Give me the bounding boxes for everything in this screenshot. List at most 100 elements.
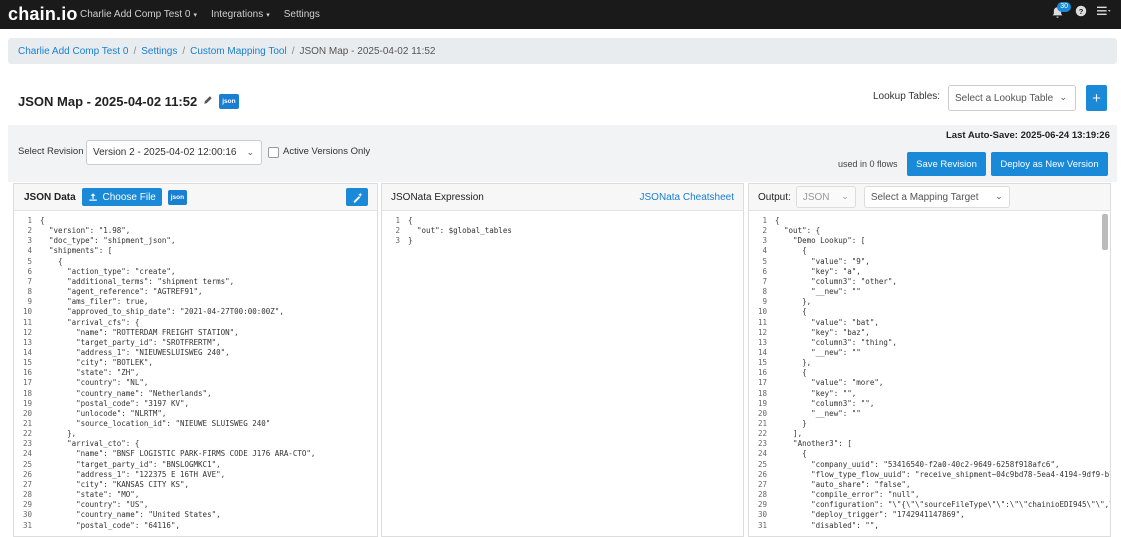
breadcrumb-link[interactable]: Settings <box>141 46 177 57</box>
code-text: { <box>40 216 45 225</box>
code-text: ], <box>775 429 803 439</box>
code-text: "country_name": "Netherlands", <box>40 388 212 398</box>
page-title-row: JSON Map - 2025-04-02 11:52 json <box>18 94 239 109</box>
code-text: "key": "baz", <box>775 327 870 337</box>
caret-down-icon: ▾ <box>193 12 197 19</box>
revision-select[interactable]: Version 2 - 2025-04-02 12:00:16 ⌄ <box>86 140 262 165</box>
mapping-target-select[interactable]: Select a Mapping Target ⌄ <box>863 186 1010 208</box>
code-text: "value": "bat", <box>775 317 879 327</box>
code-text: { <box>408 216 413 225</box>
chevron-down-icon: ⌄ <box>995 191 1003 201</box>
top-nav-item[interactable]: Settings <box>284 9 320 20</box>
code-text: "out": { <box>775 226 821 236</box>
code-line: 31 "postal_code": "64116", <box>14 520 180 531</box>
jsonata-panel: JSONata Expression JSONata Cheatsheet 1{… <box>381 183 744 537</box>
code-text: "country": "NL", <box>40 378 149 388</box>
help-button[interactable]: ? <box>1075 5 1087 20</box>
code-text: "address_1": "NIEUWESLUISWEG 240", <box>40 347 230 357</box>
code-text: }, <box>775 358 812 368</box>
breadcrumb-separator: / <box>182 45 186 57</box>
code-text: "company_uuid": "53416540-f2a0-40c2-9649… <box>775 459 1060 469</box>
edit-title-button[interactable] <box>203 95 213 108</box>
code-text: } <box>775 419 807 428</box>
active-versions-checkbox[interactable] <box>268 147 279 158</box>
top-nav-item[interactable]: Integrations ▾ <box>211 9 270 20</box>
top-nav-item[interactable]: Charlie Add Comp Test 0 ▾ <box>80 9 197 20</box>
code-text: { <box>40 256 63 266</box>
json-data-type-badge: json <box>167 189 188 205</box>
line-number: 31 <box>757 520 767 530</box>
breadcrumb-link[interactable]: Charlie Add Comp Test 0 <box>18 46 128 57</box>
code-text: "country": "US", <box>40 500 149 510</box>
plus-icon: + <box>1092 89 1101 107</box>
code-text: "key": "a", <box>775 266 861 276</box>
hamburger-icon <box>1097 6 1111 16</box>
choose-file-label: Choose File <box>102 191 156 203</box>
choose-file-button[interactable]: Choose File <box>81 188 162 206</box>
jsonata-header: JSONata Expression JSONata Cheatsheet <box>382 184 743 211</box>
code-text: "unlocode": "NLRTM", <box>40 408 167 418</box>
code-text: } <box>408 236 413 246</box>
code-text: "key": "", <box>775 388 857 398</box>
flows-usage-text: used in 0 flows <box>838 159 898 169</box>
code-text: { <box>775 246 807 256</box>
code-text: "approved_to_ship_date": "2021-04-27T00:… <box>40 307 284 317</box>
code-line: 31 "disabled": "", <box>749 520 879 531</box>
code-text: "state": "MO", <box>40 490 140 500</box>
breadcrumb: Charlie Add Comp Test 0 / Settings / Custom … <box>8 38 1117 64</box>
json-type-badge: json <box>219 94 239 109</box>
add-lookup-table-button[interactable]: + <box>1086 85 1107 111</box>
code-text: "__new": "" <box>775 287 861 297</box>
top-nav: Charlie Add Comp Test 0 ▾ Integrations ▾ Set… <box>80 9 320 20</box>
chainio-logo[interactable]: chain.io <box>0 4 80 25</box>
save-revision-button[interactable]: Save Revision <box>907 152 986 176</box>
code-text: "__new": "" <box>775 347 861 357</box>
output-format-value: JSON <box>802 191 830 203</box>
code-text: "action_type": "create", <box>40 266 176 276</box>
breadcrumb-separator: / <box>133 45 137 57</box>
last-autosave-text: Last Auto-Save: 2025-06-24 13:19:26 <box>946 130 1110 141</box>
breadcrumb-current: JSON Map - 2025-04-02 11:52 <box>299 45 436 57</box>
code-text: "__new": "" <box>775 408 861 418</box>
code-text: { <box>775 368 807 378</box>
code-text: "arrival_cto": { <box>40 439 140 449</box>
code-text: "version": "1.98", <box>40 226 131 236</box>
code-text: "flow_type_flow_uuid": "receive_shipment… <box>775 469 1110 479</box>
menu-button[interactable] <box>1097 5 1111 20</box>
code-text: "postal_code": "3197 KV", <box>40 398 190 408</box>
code-text: "deploy_trigger": "1742941147869", <box>775 510 965 520</box>
auto-format-button[interactable] <box>346 188 368 206</box>
code-text: "column3": "other", <box>775 276 897 286</box>
notifications-button[interactable]: 30 <box>1051 1 1071 20</box>
code-text: "additional_terms": "shipment terms", <box>40 276 235 286</box>
lookup-table-placeholder: Select a Lookup Table <box>955 92 1054 104</box>
jsonata-editor[interactable]: 1{2 "out": $global_tables 3} <box>382 212 743 536</box>
lookup-table-select[interactable]: Select a Lookup Table ⌄ <box>948 85 1076 111</box>
code-text: "Demo Lookup": [ <box>775 236 866 246</box>
code-text: "disabled": "", <box>775 520 879 530</box>
code-text: { <box>775 216 780 225</box>
revision-select-value: Version 2 - 2025-04-02 12:00:16 <box>93 147 237 158</box>
top-right-controls: 30 ? <box>1051 1 1111 20</box>
top-nav-item-label: Charlie Add Comp Test 0 <box>80 9 191 20</box>
code-text: "column3": "", <box>775 398 875 408</box>
output-title: Output: <box>758 191 791 203</box>
output-header: Output: JSON ⌄ Select a Mapping Target ⌄ <box>749 184 1110 211</box>
code-text: "name": "ROTTERDAM FREIGHT STATION", <box>40 327 239 337</box>
output-panel: Output: JSON ⌄ Select a Mapping Target ⌄… <box>748 183 1111 537</box>
jsonata-cheatsheet-link[interactable]: JSONata Cheatsheet <box>640 192 735 203</box>
breadcrumb-link[interactable]: Custom Mapping Tool <box>190 46 287 57</box>
output-format-select[interactable]: JSON ⌄ <box>795 186 856 208</box>
output-scrollbar[interactable] <box>1102 214 1108 250</box>
code-text: "target_party_id": "BNSLOGMKC1", <box>40 459 221 469</box>
code-text: "name": "BNSF LOGISTIC PARK-FIRMS CODE J… <box>40 449 316 459</box>
output-viewer[interactable]: 1{2 "out": {3 "Demo Lookup": [4 {5 "valu… <box>749 212 1110 536</box>
caret-down-icon: ▾ <box>266 12 270 19</box>
top-navbar: chain.io Charlie Add Comp Test 0 ▾ Integra… <box>0 0 1121 29</box>
json-data-editor[interactable]: 1{2 "version": "1.98", 3 "doc_type": "shi… <box>14 212 377 536</box>
top-nav-item-label: Settings <box>283 9 320 20</box>
code-text: "target_party_id": "SROTFRERTM", <box>40 337 221 347</box>
code-text: "auto_share": "false", <box>775 479 911 489</box>
code-text: "agent_reference": "AGTREF91", <box>40 287 203 297</box>
deploy-new-version-button[interactable]: Deploy as New Version <box>991 152 1108 176</box>
